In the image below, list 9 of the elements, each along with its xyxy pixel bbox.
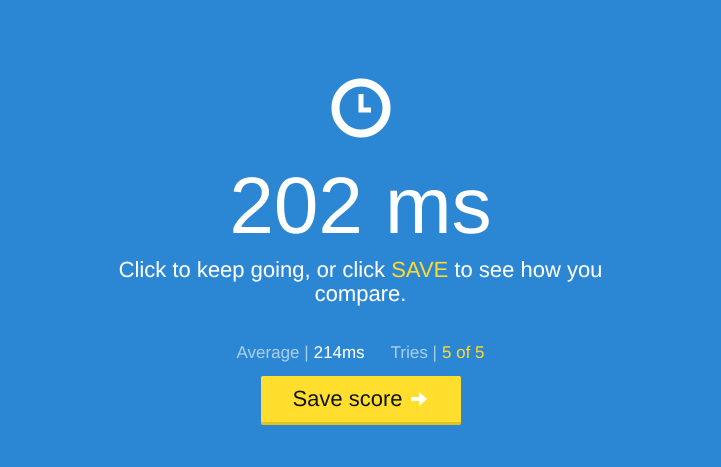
arrow-icon xyxy=(408,389,429,409)
stat-value: 214ms xyxy=(314,343,365,363)
clock-icon xyxy=(330,78,390,138)
reaction-time: 202 ms xyxy=(229,166,492,246)
instruction-text: Click to keep going, or click SAVE to see how you compare. xyxy=(118,258,604,306)
stat-label: Tries | xyxy=(390,343,437,363)
save-score-button[interactable]: Save score xyxy=(260,376,460,425)
stat-label: Average | xyxy=(236,343,309,363)
stat-value: 5 of 5 xyxy=(442,343,485,363)
